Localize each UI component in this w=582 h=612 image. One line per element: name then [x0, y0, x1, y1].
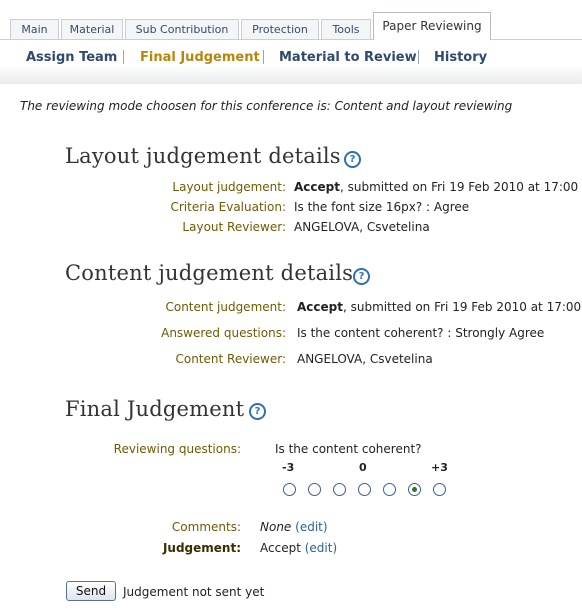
- rating-radio--1[interactable]: [333, 483, 346, 496]
- help-icon[interactable]: ?: [353, 268, 370, 285]
- tab-protection[interactable]: Protection: [241, 19, 319, 39]
- comments-edit-link[interactable]: (edit): [295, 520, 327, 534]
- reviewing-mode-note: The reviewing mode choosen for this conf…: [20, 99, 513, 113]
- subnav-history[interactable]: History: [434, 50, 487, 65]
- rating-radio-2[interactable]: [408, 483, 421, 496]
- judgement-edit-link[interactable]: (edit): [305, 541, 337, 555]
- scale-min-label: -3: [282, 461, 295, 474]
- help-icon[interactable]: ?: [249, 403, 266, 420]
- criteria-evaluation-label: Criteria Evaluation:: [170, 200, 286, 214]
- rating-radio--3[interactable]: [283, 483, 296, 496]
- tab-sub-contribution[interactable]: Sub Contribution: [125, 19, 239, 39]
- help-icon[interactable]: ?: [344, 151, 361, 168]
- scale-max-label: +3: [431, 461, 448, 474]
- content-reviewer-value: ANGELOVA, Csvetelina: [297, 352, 433, 366]
- subnav-separator: [418, 50, 419, 64]
- judgement-text: Accept: [260, 541, 301, 555]
- tab-main[interactable]: Main: [10, 19, 59, 39]
- sub-navigation: Assign Team Final Judgement Material to …: [0, 40, 582, 84]
- rating-radio-0[interactable]: [358, 483, 371, 496]
- tab-material[interactable]: Material: [61, 19, 123, 39]
- rating-radio-3[interactable]: [433, 483, 446, 496]
- layout-reviewer-value: ANGELOVA, Csvetelina: [294, 220, 430, 234]
- judgement-label: Judgement:: [162, 541, 241, 555]
- layout-judgement-value: Accept, submitted on Fri 19 Feb 2010 at …: [294, 180, 579, 194]
- scale-mid-label: 0: [359, 461, 367, 474]
- final-judgement-title: Final Judgement: [65, 397, 245, 421]
- rating-radio-1[interactable]: [383, 483, 396, 496]
- content-judgement-label: Content judgement:: [165, 300, 286, 314]
- answered-questions-value: Is the content coherent? : Strongly Agre…: [297, 326, 545, 340]
- reviewing-question-text: Is the content coherent?: [275, 442, 422, 456]
- subnav-separator: [263, 50, 264, 64]
- send-button[interactable]: Send: [66, 581, 116, 601]
- content-judgement-value: Accept, submitted on Fri 19 Feb 2010 at …: [297, 300, 582, 314]
- subnav-separator: [123, 50, 124, 64]
- send-status-text: Judgement not sent yet: [123, 585, 265, 599]
- tab-bar: Main Material Sub Contribution Protectio…: [0, 0, 582, 40]
- layout-section-title: Layout judgement details: [65, 144, 341, 168]
- rating-radio--2[interactable]: [308, 483, 321, 496]
- content-section-title: Content judgement details: [65, 261, 354, 285]
- comments-label: Comments:: [171, 520, 241, 534]
- comments-text: None: [260, 520, 292, 534]
- tab-tools[interactable]: Tools: [321, 19, 371, 39]
- subnav-final-judgement[interactable]: Final Judgement: [140, 50, 260, 65]
- reviewing-questions-label: Reviewing questions:: [113, 442, 241, 456]
- judgement-value: Accept (edit): [260, 541, 337, 555]
- layout-judgement-label: Layout judgement:: [172, 180, 286, 194]
- content-reviewer-label: Content Reviewer:: [175, 352, 286, 366]
- answered-questions-label: Answered questions:: [161, 326, 286, 340]
- comments-value: None (edit): [260, 520, 328, 534]
- subnav-assign-team[interactable]: Assign Team: [26, 50, 117, 65]
- criteria-evaluation-value: Is the font size 16px? : Agree: [294, 200, 470, 214]
- subnav-material-to-review[interactable]: Material to Review: [279, 50, 417, 65]
- layout-reviewer-label: Layout Reviewer:: [182, 220, 286, 234]
- tab-paper-reviewing[interactable]: Paper Reviewing: [373, 12, 491, 40]
